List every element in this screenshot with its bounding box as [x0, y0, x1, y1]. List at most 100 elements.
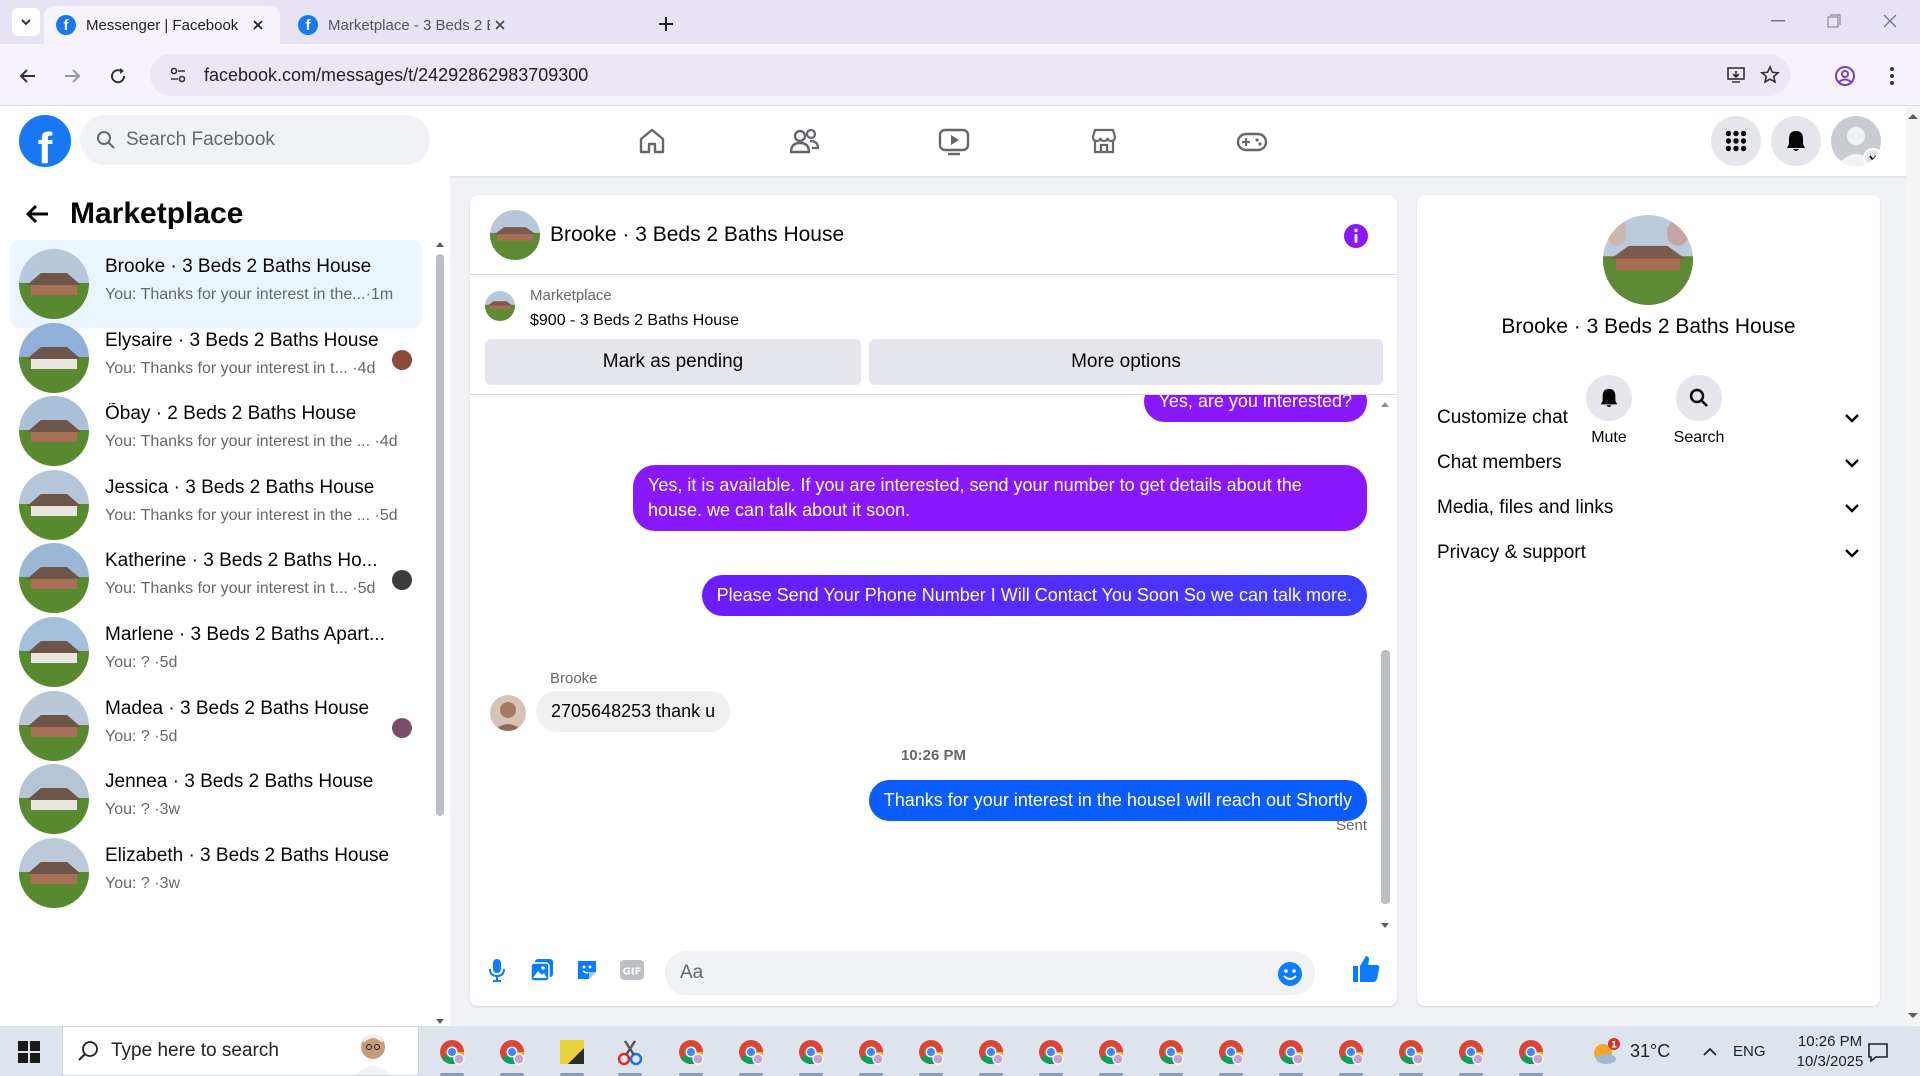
friends-icon[interactable] [786, 123, 822, 159]
message-input[interactable]: Aa [665, 951, 1315, 995]
chat-title[interactable]: Brooke · 3 Beds 2 Baths House [550, 223, 844, 247]
reload-icon[interactable] [104, 62, 132, 90]
notifications-bell-icon[interactable] [1771, 116, 1821, 166]
url-text[interactable]: facebook.com/messages/t/2429286298370930… [204, 65, 588, 86]
scroll-up-arrow-icon[interactable] [1380, 400, 1390, 408]
sticker-icon[interactable] [572, 955, 602, 985]
message-composer: GIF Aa [470, 935, 1397, 1006]
chat-avatar[interactable] [490, 210, 540, 260]
chrome-app-icon[interactable] [434, 1034, 470, 1076]
conversation-name: Brooke · 3 Beds 2 Baths House [105, 256, 372, 277]
chrome-app-icon[interactable] [793, 1034, 829, 1076]
info-icon[interactable] [1343, 223, 1369, 249]
site-settings-icon[interactable] [166, 63, 190, 87]
thumbs-up-icon[interactable] [1350, 953, 1382, 985]
account-avatar[interactable] [1831, 116, 1881, 166]
chrome-app-icon[interactable] [673, 1034, 709, 1076]
chrome-app-icon[interactable] [733, 1034, 769, 1076]
bookmark-star-icon[interactable] [1758, 63, 1782, 87]
tab-marketplace[interactable]: f Marketplace - 3 Beds 2 Baths H [286, 6, 522, 44]
facebook-search-input[interactable]: Search Facebook [80, 115, 430, 165]
chrome-app-icon[interactable] [853, 1034, 889, 1076]
home-icon[interactable] [634, 123, 670, 159]
watch-icon[interactable] [936, 123, 972, 159]
new-tab-button[interactable] [652, 10, 680, 38]
conversation-preview: You: Thanks for your interest in the ...… [105, 433, 398, 451]
url-bar[interactable]: facebook.com/messages/t/2429286298370930… [150, 54, 1790, 96]
message-bubble-outgoing[interactable]: Please Send Your Phone Number I Will Con… [701, 575, 1367, 616]
gaming-icon[interactable] [1234, 123, 1270, 159]
message-bubble-outgoing[interactable]: Yes, it is available. If you are interes… [633, 465, 1367, 531]
photo-icon[interactable] [527, 955, 557, 985]
tab-search-dropdown-button[interactable] [12, 8, 40, 36]
chevron-up-icon[interactable] [1700, 1042, 1720, 1062]
minimize-icon[interactable] [1758, 8, 1798, 34]
sender-avatar[interactable] [490, 695, 526, 731]
message-bubble-incoming[interactable]: 2705648253 thank u [536, 691, 731, 732]
action-center-icon[interactable] [1866, 1040, 1890, 1064]
chrome-app-icon[interactable] [1393, 1034, 1429, 1076]
scrollbar-thumb[interactable] [1381, 650, 1390, 904]
windows-start-icon[interactable] [18, 1041, 40, 1063]
profile-icon[interactable] [1831, 62, 1859, 90]
contact-avatar[interactable] [1603, 215, 1693, 305]
message-thread-scrollbar[interactable] [1379, 400, 1391, 930]
snipping-tool-app-icon[interactable] [612, 1034, 648, 1076]
tab-messenger[interactable]: f Messenger | Facebook [44, 6, 280, 44]
scroll-up-arrow-icon[interactable] [1907, 112, 1919, 120]
customize-chat-section[interactable]: Customize chat [1437, 396, 1862, 440]
weather-icon[interactable]: 1 [1590, 1038, 1620, 1068]
browser-menu-icon[interactable] [1878, 62, 1906, 90]
chrome-app-icon[interactable] [913, 1034, 949, 1076]
restore-icon[interactable] [1814, 8, 1854, 34]
chrome-app-icon[interactable] [973, 1034, 1009, 1076]
taskbar-search-input[interactable]: Type here to search [62, 1026, 419, 1076]
scroll-down-arrow-icon[interactable] [1380, 922, 1390, 930]
facebook-favicon-icon: f [56, 15, 76, 35]
conversation-avatar [19, 469, 89, 540]
message-bubble-outgoing[interactable]: Thanks for your interest in the houseI w… [868, 780, 1367, 821]
close-tab-icon[interactable] [490, 15, 510, 35]
privacy-support-section[interactable]: Privacy & support [1437, 531, 1862, 575]
chrome-app-icon[interactable] [1273, 1034, 1309, 1076]
chrome-app-icon[interactable] [1453, 1034, 1489, 1076]
scrollbar-thumb[interactable] [436, 254, 444, 816]
listing-thumbnail[interactable] [485, 291, 515, 321]
conversation-preview: You: ? ·5d [105, 654, 178, 671]
menu-grid-icon[interactable] [1711, 116, 1761, 166]
marketplace-icon[interactable] [1086, 123, 1122, 159]
microphone-icon[interactable] [482, 955, 512, 985]
temperature[interactable]: 31°C [1630, 1041, 1670, 1062]
chrome-app-icon[interactable] [1153, 1034, 1189, 1076]
conversation-list-scrollbar[interactable] [434, 240, 445, 1024]
scroll-up-arrow-icon[interactable] [435, 240, 445, 248]
facebook-logo-icon[interactable]: f [19, 115, 71, 167]
back-arrow-icon[interactable] [24, 200, 52, 228]
chat-members-section[interactable]: Chat members [1437, 441, 1862, 485]
chrome-app-icon[interactable] [1333, 1034, 1369, 1076]
back-icon[interactable] [14, 62, 42, 90]
chrome-app-icon[interactable] [494, 1034, 530, 1076]
scroll-down-arrow-icon[interactable] [435, 1018, 445, 1026]
gif-icon[interactable]: GIF [617, 955, 647, 985]
chrome-app-icon[interactable] [1033, 1034, 1069, 1076]
conversation-item[interactable]: Elizabeth · 3 Beds 2 Baths House You: ? ·… [10, 829, 422, 917]
close-tab-icon[interactable] [248, 15, 268, 35]
sticky-notes-app-icon[interactable] [554, 1034, 590, 1076]
message-bubble-outgoing[interactable]: Yes, are you interested? [1143, 395, 1367, 422]
page-scrollbar[interactable] [1906, 106, 1920, 1026]
mark-as-pending-button[interactable]: Mark as pending [485, 339, 861, 385]
close-window-icon[interactable] [1870, 8, 1910, 34]
media-files-links-section[interactable]: Media, files and links [1437, 486, 1862, 530]
emoji-icon[interactable] [1277, 961, 1303, 987]
chrome-app-icon[interactable] [1093, 1034, 1129, 1076]
forward-icon[interactable] [58, 62, 86, 90]
input-language[interactable]: ENG [1733, 1043, 1766, 1060]
conversation-name: Jennea · 3 Beds 2 Baths House [105, 771, 374, 793]
listing-price-title[interactable]: $900 - 3 Beds 2 Baths House [530, 312, 739, 330]
scroll-down-arrow-icon[interactable] [1907, 1012, 1919, 1020]
chrome-app-icon[interactable] [1513, 1034, 1549, 1076]
chrome-app-icon[interactable] [1213, 1034, 1249, 1076]
install-app-icon[interactable] [1724, 63, 1748, 87]
more-options-button[interactable]: More options [869, 339, 1383, 385]
